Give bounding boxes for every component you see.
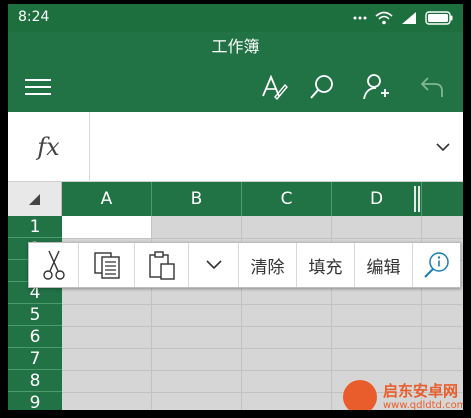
grid-line [62,238,463,239]
workbook-title[interactable]: 工作簿 [211,37,259,56]
title-bar: 工作簿 [8,32,463,62]
fill-button[interactable]: 填充 [297,243,355,287]
battery-icon [425,11,453,25]
add-person-icon [362,73,390,101]
edit-ribbon-button[interactable] [252,62,296,112]
column-header-a[interactable]: A [62,182,152,216]
edit-button[interactable]: 编辑 [355,243,413,287]
watermark-url: www.qdldtd.com [383,400,463,410]
column-header-b[interactable]: B [152,182,242,216]
row-header-9[interactable]: 9 [8,392,62,411]
row-header-5[interactable]: 5 [8,304,62,326]
column-resize-handle[interactable] [414,186,420,212]
fx-label: fx [37,133,60,161]
grid-line [62,370,463,371]
share-button[interactable] [354,62,398,112]
search-icon [309,74,335,100]
column-header-d[interactable]: D [332,182,422,216]
selected-cell-a1[interactable] [62,216,151,238]
cut-button[interactable] [29,243,79,287]
more-options-button[interactable] [189,243,239,287]
watermark-title: 启东安卓网 [383,382,459,400]
toolbar [8,62,463,112]
formula-input[interactable] [90,112,420,182]
hamburger-icon [25,78,51,96]
select-all-triangle-icon [29,194,40,205]
row-header-7[interactable]: 7 [8,348,62,370]
menu-button[interactable] [16,62,60,112]
row-header-1[interactable]: 1 [8,216,62,238]
paste-button[interactable] [135,243,189,287]
chevron-down-icon [205,259,223,271]
site-watermark: 启东安卓网 www.qdldtd.com [343,378,463,410]
wifi-icon [375,11,393,25]
status-icons [353,10,453,26]
status-time: 8:24 [18,9,50,25]
column-header-c[interactable]: C [242,182,332,216]
row-header-8[interactable]: 8 [8,370,62,392]
more-dots-icon [353,16,367,20]
formula-bar: fx [8,112,463,182]
grid-line [62,304,463,305]
excel-app-screen: 8:24 工作簿 fx A B C D 1 4 5 6 7 8 9 清除 填充 … [8,4,463,410]
row-header-6[interactable]: 6 [8,326,62,348]
insert-function-button[interactable]: fx [8,112,90,182]
undo-button[interactable] [410,62,454,112]
column-header-row: A B C D [8,182,463,216]
copy-icon [93,251,121,279]
grid-line [62,326,463,327]
formula-expand-button[interactable] [433,137,453,157]
watermark-logo-icon [343,380,377,410]
paste-icon [148,250,176,280]
search-button[interactable] [300,62,344,112]
cell-context-menu: 清除 填充 编辑 [28,242,461,288]
smart-lookup-icon [423,251,451,279]
copy-button[interactable] [79,243,135,287]
grid-line [62,348,463,349]
scissors-icon [42,250,65,280]
signal-icon [401,11,417,25]
status-bar: 8:24 [8,4,463,32]
undo-icon [420,76,444,98]
smart-lookup-button[interactable] [413,243,460,287]
text-edit-icon [260,73,288,101]
chevron-down-icon [433,142,453,161]
select-all-button[interactable] [8,182,62,216]
clear-button[interactable]: 清除 [239,243,297,287]
